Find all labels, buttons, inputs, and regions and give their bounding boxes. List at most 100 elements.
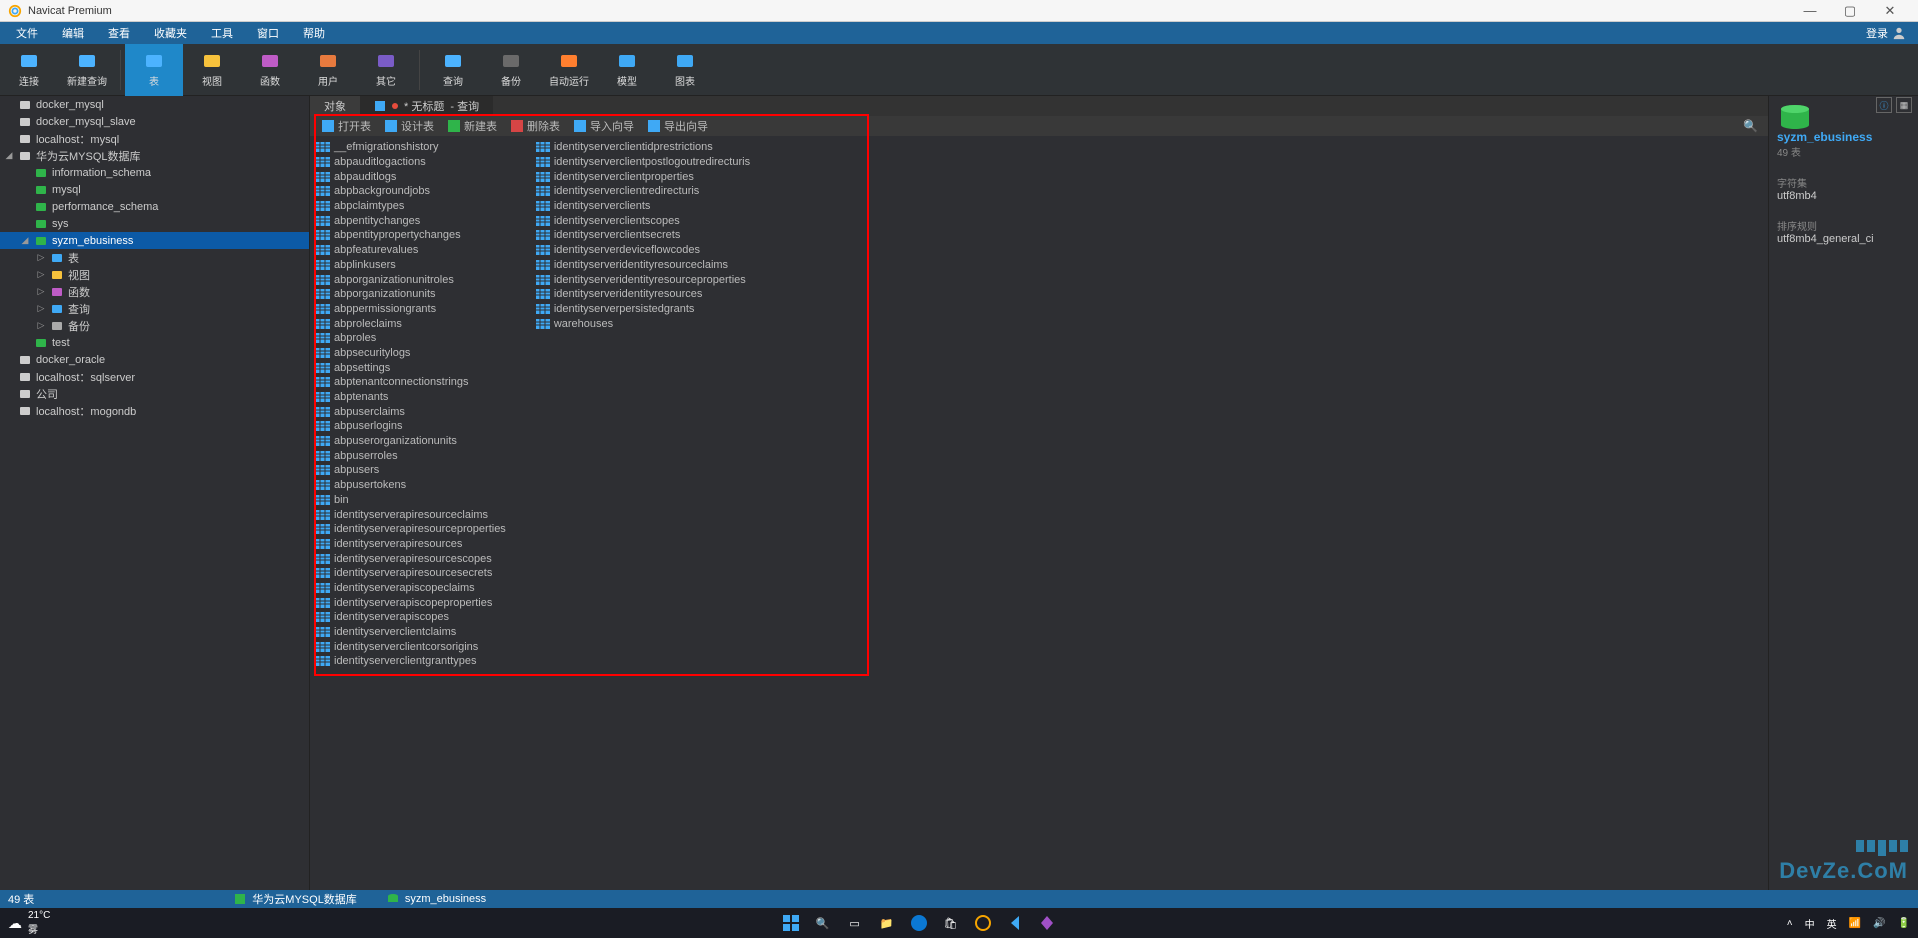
ribbon-备份[interactable]: 备份 <box>482 44 540 96</box>
ribbon-表[interactable]: 表 <box>125 44 183 96</box>
vscode-icon[interactable] <box>1004 912 1026 934</box>
table-identityserverpersistedgrants[interactable]: identityserverpersistedgrants <box>536 302 750 317</box>
table-abpuserlogins[interactable]: abpuserlogins <box>316 419 506 434</box>
minimize-button[interactable]: — <box>1790 3 1830 18</box>
search-icon[interactable]: 🔍 <box>1743 119 1758 133</box>
table-identityserveridentityresourceproperties[interactable]: identityserveridentityresourceproperties <box>536 272 750 287</box>
table-bin[interactable]: bin <box>316 493 506 508</box>
tree-212查询[interactable]: ▷查询 <box>0 300 309 317</box>
wifi-icon[interactable]: 📶 <box>1849 918 1861 929</box>
table-identityserverclientcorsorigins[interactable]: identityserverclientcorsorigins <box>316 639 506 654</box>
table-abpfeaturevalues[interactable]: abpfeaturevalues <box>316 243 506 258</box>
menu-编辑[interactable]: 编辑 <box>50 25 96 41</box>
table-identityserverdeviceflowcodes[interactable]: identityserverdeviceflowcodes <box>536 243 750 258</box>
ribbon-查询[interactable]: 查询 <box>424 44 482 96</box>
tree-212test[interactable]: test <box>0 334 309 351</box>
menu-收藏夹[interactable]: 收藏夹 <box>142 25 199 41</box>
search-task-icon[interactable]: 🔍 <box>812 912 834 934</box>
table-abpuserorganizationunits[interactable]: abpuserorganizationunits <box>316 434 506 449</box>
ribbon-视图[interactable]: 视图 <box>183 44 241 96</box>
table-identityserverapiresourceclaims[interactable]: identityserverapiresourceclaims <box>316 507 506 522</box>
table-abporganizationunitroles[interactable]: abporganizationunitroles <box>316 272 506 287</box>
connection-tree[interactable]: docker_mysqldocker_mysql_slavelocalhost：… <box>0 96 310 890</box>
table-abptenantconnectionstrings[interactable]: abptenantconnectionstrings <box>316 375 506 390</box>
visualstछ之-icon[interactable] <box>1036 912 1058 934</box>
tree-212sys[interactable]: sys <box>0 215 309 232</box>
tree-212performance_schema[interactable]: performance_schema <box>0 198 309 215</box>
edge-icon[interactable] <box>908 912 930 934</box>
table-abpclaimtypes[interactable]: abpclaimtypes <box>316 199 506 214</box>
ribbon-自动运行[interactable]: 自动运行 <box>540 44 598 96</box>
table-identityserverclientpostlogoutredirecturis[interactable]: identityserverclientpostlogoutredirectur… <box>536 155 750 170</box>
table-abppermissiongrants[interactable]: abppermissiongrants <box>316 302 506 317</box>
taskview-icon[interactable]: ▭ <box>844 912 866 934</box>
table-abpsecuritylogs[interactable]: abpsecuritylogs <box>316 346 506 361</box>
table-identityserverclientproperties[interactable]: identityserverclientproperties <box>536 169 750 184</box>
grid-view-icon[interactable]: ▦ <box>1896 97 1912 113</box>
tree-212备份[interactable]: ▷备份 <box>0 317 309 334</box>
tree-212docker_oracle[interactable]: docker_oracle <box>0 351 309 368</box>
menu-帮助[interactable]: 帮助 <box>291 25 337 41</box>
open-table-button[interactable]: 打开表 <box>316 116 377 136</box>
tree-212localhost：sqlserver[interactable]: localhost：sqlserver <box>0 368 309 385</box>
table-identityserverclientclaims[interactable]: identityserverclientclaims <box>316 625 506 640</box>
table-identityserverclients[interactable]: identityserverclients <box>536 199 750 214</box>
tree-212localhost：mysql[interactable]: localhost：mysql <box>0 130 309 147</box>
battery-icon[interactable]: 🔋 <box>1898 918 1910 929</box>
table-identityserverapiscopeclaims[interactable]: identityserverapiscopeclaims <box>316 581 506 596</box>
table-identityserverclientredirecturis[interactable]: identityserverclientredirecturis <box>536 184 750 199</box>
close-button[interactable]: ✕ <box>1870 3 1910 19</box>
table-identityserverclientscopes[interactable]: identityserverclientscopes <box>536 213 750 228</box>
new-table-button[interactable]: 新建表 <box>442 116 503 136</box>
table-identityserverapiresourceproperties[interactable]: identityserverapiresourceproperties <box>316 522 506 537</box>
table-identityserverapiresourcescopes[interactable]: identityserverapiresourcescopes <box>316 551 506 566</box>
ribbon-用户[interactable]: 用户 <box>299 44 357 96</box>
info-view-icon[interactable]: ⓘ <box>1876 97 1892 113</box>
navicat-task-icon[interactable] <box>972 912 994 934</box>
table-abpentitychanges[interactable]: abpentitychanges <box>316 213 506 228</box>
table-abpusertokens[interactable]: abpusertokens <box>316 478 506 493</box>
tree-212表[interactable]: ▷表 <box>0 249 309 266</box>
table-identityserverapiscopes[interactable]: identityserverapiscopes <box>316 610 506 625</box>
ribbon-其它[interactable]: 其它 <box>357 44 415 96</box>
table-identityserverclientgranttypes[interactable]: identityserverclientgranttypes <box>316 654 506 669</box>
table-__efmigrationshistory[interactable]: __efmigrationshistory <box>316 140 506 155</box>
table-abpsettings[interactable]: abpsettings <box>316 360 506 375</box>
table-abproles[interactable]: abproles <box>316 331 506 346</box>
import-wizard-button[interactable]: 导入向导 <box>568 116 640 136</box>
table-identityserverclientidprestrictions[interactable]: identityserverclientidprestrictions <box>536 140 750 155</box>
tree-212docker_mysql_slave[interactable]: docker_mysql_slave <box>0 113 309 130</box>
table-identityserveridentityresources[interactable]: identityserveridentityresources <box>536 287 750 302</box>
tree-212localhost：mogondb[interactable]: localhost：mogondb <box>0 402 309 419</box>
table-abpauditlogactions[interactable]: abpauditlogactions <box>316 155 506 170</box>
table-identityserverclientsecrets[interactable]: identityserverclientsecrets <box>536 228 750 243</box>
weather-widget[interactable]: ☁ 21°C 雾 <box>8 910 50 936</box>
table-abpauditlogs[interactable]: abpauditlogs <box>316 169 506 184</box>
tree-212公司[interactable]: 公司 <box>0 385 309 402</box>
table-identityserverapiresources[interactable]: identityserverapiresources <box>316 537 506 552</box>
tree-212视图[interactable]: ▷视图 <box>0 266 309 283</box>
menu-工具[interactable]: 工具 <box>199 25 245 41</box>
table-abpuserclaims[interactable]: abpuserclaims <box>316 404 506 419</box>
table-identityserverapiscopeproperties[interactable]: identityserverapiscopeproperties <box>316 595 506 610</box>
volume-icon[interactable]: 🔊 <box>1873 918 1885 929</box>
menu-文件[interactable]: 文件 <box>4 25 50 41</box>
export-wizard-button[interactable]: 导出向导 <box>642 116 714 136</box>
ribbon-新建查询[interactable]: 新建查询 <box>58 44 116 96</box>
delete-table-button[interactable]: 删除表 <box>505 116 566 136</box>
tree-212syzm_ebusiness[interactable]: ◢syzm_ebusiness <box>0 232 309 249</box>
menu-窗口[interactable]: 窗口 <box>245 25 291 41</box>
login-button[interactable]: 登录 <box>1858 25 1914 41</box>
design-table-button[interactable]: 设计表 <box>379 116 440 136</box>
explorer-icon[interactable]: 📁 <box>876 912 898 934</box>
table-abproleclaims[interactable]: abproleclaims <box>316 316 506 331</box>
table-warehouses[interactable]: warehouses <box>536 316 750 331</box>
menu-查看[interactable]: 查看 <box>96 25 142 41</box>
table-abpuserroles[interactable]: abpuserroles <box>316 448 506 463</box>
ribbon-连接[interactable]: 连接 <box>0 44 58 96</box>
tree-212函数[interactable]: ▷函数 <box>0 283 309 300</box>
table-abporganizationunits[interactable]: abporganizationunits <box>316 287 506 302</box>
table-identityserverapiresourcesecrets[interactable]: identityserverapiresourcesecrets <box>316 566 506 581</box>
ribbon-图表[interactable]: 图表 <box>656 44 714 96</box>
tree-212华为云MYSQL数据库[interactable]: ◢华为云MYSQL数据库 <box>0 147 309 164</box>
